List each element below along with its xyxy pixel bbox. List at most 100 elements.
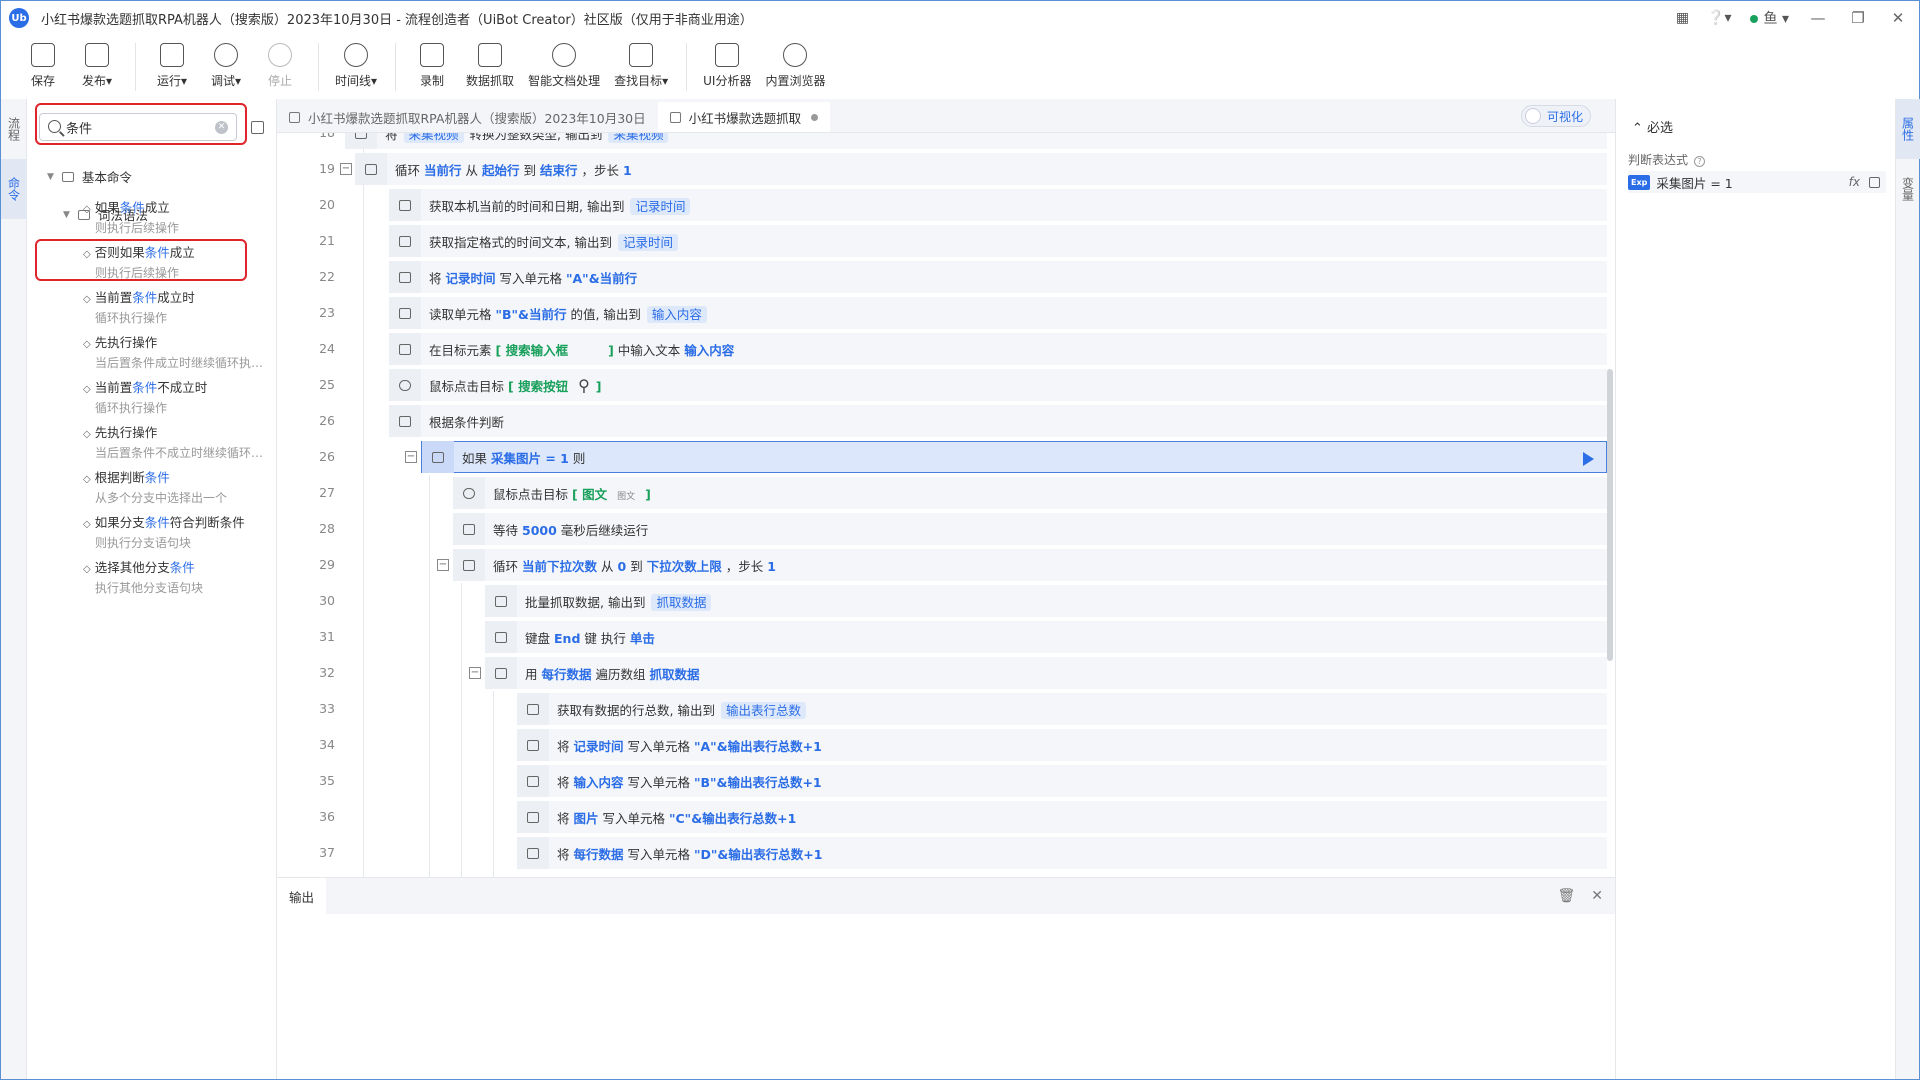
title-bar: Ub 小红书爆款选题抓取RPA机器人（搜索版）2023年10月30日 - 流程创… xyxy=(1,1,1919,35)
command-search-input[interactable]: 条件 ✕ xyxy=(39,113,237,141)
data-scrape-button[interactable]: 数据抓取 xyxy=(466,35,514,89)
document-tabs: 小红书爆款选题抓取RPA机器人（搜索版）2023年10月30日 小红书爆款选题抓… xyxy=(277,99,1615,133)
close-button[interactable]: ✕ xyxy=(1887,9,1909,27)
command-item[interactable]: ◇ 如果分支条件符合判断条件 则执行分支语句块 xyxy=(83,512,273,551)
stop-icon xyxy=(268,43,292,67)
tab-commands[interactable]: 命令 xyxy=(1,159,27,219)
code-line[interactable]: 29 − 循环 当前下拉次数 从 0 到 下拉次数上限 ，步长 1 xyxy=(277,547,1607,583)
help-icon[interactable]: ❔▾ xyxy=(1707,10,1731,26)
tab-main-flow[interactable]: 小红书爆款选题抓取RPA机器人（搜索版）2023年10月30日 xyxy=(277,102,658,132)
condition-expression-field[interactable]: Exp 采集图片 = 1 fx xyxy=(1628,171,1886,193)
collapse-icon[interactable]: − xyxy=(437,559,449,571)
command-item[interactable]: ◇ 先执行操作 当后置条件不成立时继续循环执... xyxy=(83,422,273,461)
code-line[interactable]: 35 将 输入内容 写入单元格 "B"&输出表行总数+1 xyxy=(277,763,1607,799)
user-name: 鱼 xyxy=(1763,11,1778,27)
code-line[interactable]: 20 获取本机当前的时间和日期, 输出到 记录时间 xyxy=(277,187,1607,223)
stop-button[interactable]: 停止 xyxy=(260,35,300,89)
command-description: 当后置条件成立时继续循环执行... xyxy=(95,356,273,370)
code-line[interactable]: 18 将 采集视频 转换为整数类型, 输出到 采集视频 xyxy=(277,133,1607,151)
command-item[interactable]: ◇ 如果条件成立 则执行后续操作 xyxy=(83,197,273,236)
code-line[interactable]: 19 − 循环 当前行 从 起始行 到 结束行 ，步长 1 xyxy=(277,151,1607,187)
browser-button[interactable]: 内置浏览器 xyxy=(765,35,825,89)
tab-output[interactable]: 输出 xyxy=(277,878,327,914)
code-line[interactable]: 25 鼠标点击目标 [ 搜索按钮 ⚲] xyxy=(277,367,1607,403)
tab-variables[interactable]: 变量 xyxy=(1896,159,1920,219)
minimize-button[interactable]: — xyxy=(1807,9,1829,27)
command-description: 循环执行操作 xyxy=(95,401,168,415)
code-line[interactable]: 21 获取指定格式的时间文本, 输出到 记录时间 xyxy=(277,223,1607,259)
code-line[interactable]: 36 将 图片 写入单元格 "C"&输出表行总数+1 xyxy=(277,799,1607,835)
code-line[interactable]: 23 读取单元格 "B"&当前行 的值, 输出到 输入内容 xyxy=(277,295,1607,331)
caret-down-icon: ▼ xyxy=(63,209,70,220)
clear-icon[interactable]: ✕ xyxy=(215,121,228,134)
collapse-icon[interactable]: − xyxy=(469,667,481,679)
help-icon[interactable]: ? xyxy=(1694,156,1706,167)
command-description: 循环执行操作 xyxy=(95,311,168,325)
code-line[interactable]: 22 将 记录时间 写入单元格 "A"&当前行 xyxy=(277,259,1607,295)
wait-icon xyxy=(453,513,485,545)
code-line[interactable]: 31 键盘 End 键 执行 单击 xyxy=(277,619,1607,655)
calendar-icon xyxy=(389,189,421,221)
command-item[interactable]: ◇ 当前置条件不成立时 循环执行操作 xyxy=(83,377,273,416)
ui-analyzer-button[interactable]: UI分析器 xyxy=(703,35,751,89)
bug-icon xyxy=(214,43,238,67)
publish-button[interactable]: 发布▾ xyxy=(77,35,117,89)
restore-button[interactable]: ❐ xyxy=(1847,9,1869,27)
tab-properties[interactable]: 属性 xyxy=(1896,99,1920,159)
code-line[interactable]: 24 在目标元素 [ 搜索输入框] 中输入文本 输入内容 xyxy=(277,331,1607,367)
debug-button[interactable]: 调试▾ xyxy=(206,35,246,89)
code-line[interactable]: 32 − 用 每行数据 遍历数组 抓取数据 xyxy=(277,655,1607,691)
run-icon xyxy=(160,43,184,67)
code-line[interactable]: 37 将 每行数据 写入单元格 "D"&输出表行总数+1 xyxy=(277,835,1607,871)
loop-icon xyxy=(453,549,485,581)
command-item[interactable]: ◇ 否则如果条件成立 则执行后续操作 xyxy=(83,242,273,281)
run-line-icon[interactable] xyxy=(1583,452,1594,466)
condition-label: 判断表达式? xyxy=(1628,151,1706,168)
code-scrollbar[interactable] xyxy=(1607,369,1613,661)
function-icon[interactable]: fx xyxy=(1849,175,1860,189)
code-line[interactable]: 28 等待 5000 毫秒后继续运行 xyxy=(277,511,1607,547)
code-line[interactable]: 34 将 记录时间 写入单元格 "A"&输出表行总数+1 xyxy=(277,727,1607,763)
trash-icon[interactable]: 🗑 xyxy=(1557,888,1575,904)
command-title: ◇ 当前置条件成立时 xyxy=(83,290,195,305)
excel-icon xyxy=(389,261,421,293)
run-button[interactable]: 运行▾ xyxy=(152,35,192,89)
code-line[interactable]: 30 批量抓取数据, 输出到 抓取数据 xyxy=(277,583,1607,619)
required-section[interactable]: ⌃ 必选 xyxy=(1632,117,1673,136)
code-line[interactable]: 33 获取有数据的行总数, 输出到 输出表行总数 xyxy=(277,691,1607,727)
timeline-button[interactable]: 时间线▾ xyxy=(335,35,377,89)
command-description: 执行其他分支语句块 xyxy=(95,581,204,595)
save-button[interactable]: 保存 xyxy=(23,35,63,89)
collapse-icon[interactable]: − xyxy=(340,163,352,175)
command-item[interactable]: ◇ 选择其他分支条件 执行其他分支语句块 xyxy=(83,557,273,596)
edit-icon[interactable] xyxy=(1869,176,1880,188)
command-title: ◇ 否则如果条件成立 xyxy=(83,245,195,260)
filter-icon[interactable] xyxy=(251,121,264,134)
tab-flow[interactable]: 流程 xyxy=(1,99,27,159)
tab-sub-flow[interactable]: 小红书爆款选题抓取 xyxy=(657,102,831,132)
code-line[interactable]: 27 鼠标点击目标 [ 图文 图文 ] xyxy=(277,475,1607,511)
user-menu[interactable]: 鱼 ▾ xyxy=(1749,8,1789,28)
code-editor: 18 将 采集视频 转换为整数类型, 输出到 采集视频 19 − 循环 当前行 … xyxy=(277,133,1615,877)
excel-icon xyxy=(389,297,421,329)
app-logo: Ub xyxy=(9,8,29,28)
record-button[interactable]: 录制 xyxy=(412,35,452,89)
command-item[interactable]: ◇ 根据判断条件 从多个分支中选择出一个 xyxy=(83,467,273,506)
command-item[interactable]: ◇ 先执行操作当后置条件成立时继续循环执行... xyxy=(83,332,273,371)
excel-icon xyxy=(517,837,549,869)
folder-icon xyxy=(61,171,74,182)
command-description: 从多个分支中选择出一个 xyxy=(95,491,228,505)
find-target-button[interactable]: 查找目标▾ xyxy=(614,35,668,89)
tree-node-basic-commands[interactable]: ▼ 基本命令 xyxy=(47,167,132,186)
bullet-icon: ◇ xyxy=(83,339,91,350)
code-line[interactable]: 26 根据条件判断 xyxy=(277,403,1607,439)
collapse-icon[interactable]: − xyxy=(405,451,417,463)
paper-plane-icon xyxy=(85,43,109,67)
grid-menu-icon[interactable]: ▦ xyxy=(1676,10,1689,26)
visual-toggle[interactable]: 可视化 xyxy=(1521,105,1591,127)
close-icon[interactable]: ✕ xyxy=(1591,888,1603,904)
ai-document-button[interactable]: 智能文档处理 xyxy=(528,35,600,89)
command-title: ◇ 先执行操作 xyxy=(83,335,158,350)
command-item[interactable]: ◇ 当前置条件成立时循环执行操作 xyxy=(83,287,273,326)
code-line-selected[interactable]: 26 − 如果 采集图片 = 1 则 xyxy=(277,439,1607,475)
